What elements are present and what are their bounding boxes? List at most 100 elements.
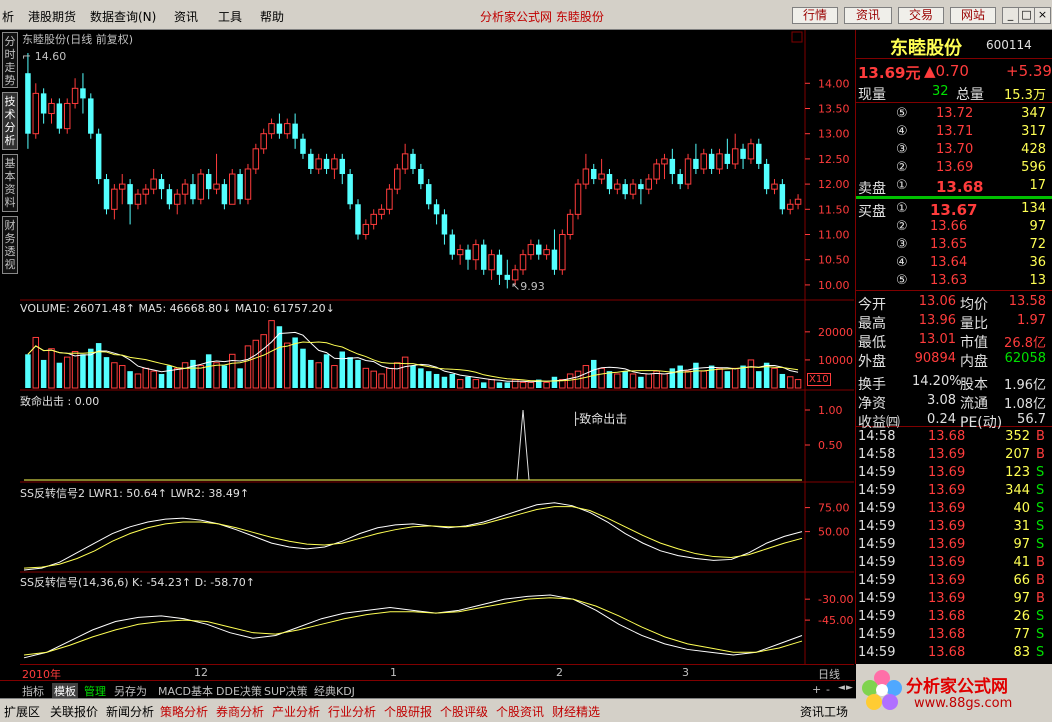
- scroll-left-icon[interactable]: ◄: [838, 683, 845, 693]
- website-button[interactable]: 网站: [950, 7, 996, 24]
- low-arrow-icon: ↖: [511, 280, 521, 293]
- volume-bar: [315, 362, 322, 389]
- volume-bar: [527, 381, 535, 389]
- stat-value: 13.58: [1008, 294, 1046, 309]
- tick-time: 14:59: [858, 537, 896, 552]
- ask-level: ④: [896, 124, 908, 139]
- tab-info-factory[interactable]: 资讯工场: [800, 703, 848, 720]
- maximize-icon[interactable]: □: [1018, 7, 1035, 24]
- quotes-button[interactable]: 行情: [792, 7, 838, 24]
- candle-body: [519, 254, 527, 271]
- tick-direction: B: [1036, 555, 1045, 570]
- candle-body: [456, 249, 464, 256]
- volume-bar: [118, 365, 126, 389]
- tab-industry-chain[interactable]: 产业分析: [272, 703, 320, 720]
- tab-broker[interactable]: 券商分析: [216, 703, 264, 720]
- stock-name: 东睦股份: [890, 38, 962, 59]
- tab-finance-picks[interactable]: 财经精选: [552, 703, 600, 720]
- tab-macd[interactable]: MACD基本: [158, 683, 213, 699]
- tab-industry[interactable]: 行业分析: [328, 703, 376, 720]
- candle-body: [331, 158, 338, 170]
- candle-body: [551, 249, 558, 270]
- corner-box-icon[interactable]: [791, 31, 803, 43]
- volume-bar: [213, 362, 220, 389]
- stat-row: 今开 13.06 均价 13.58: [856, 293, 1052, 313]
- menu-item-tools[interactable]: 工具: [218, 8, 242, 25]
- tab-news-analysis[interactable]: 新闻分析: [106, 703, 154, 720]
- price-change: ▲0.70: [924, 62, 969, 80]
- volume-bar: [142, 367, 150, 389]
- news-button[interactable]: 资讯: [844, 7, 892, 24]
- tab-related-quotes[interactable]: 关联报价: [50, 703, 98, 720]
- tab-financial[interactable]: 财务透视: [2, 216, 18, 274]
- tab-dde[interactable]: DDE决策: [216, 683, 262, 699]
- menu-item-hk-futures[interactable]: 港股期货: [28, 8, 76, 25]
- tab-basic-info[interactable]: 基本资料: [2, 154, 18, 212]
- tab-sup[interactable]: SUP决策: [264, 683, 308, 699]
- volume-bars: [25, 320, 802, 389]
- tab-research[interactable]: 个股研报: [384, 703, 432, 720]
- candle-body: [543, 249, 550, 256]
- volume-bar: [794, 379, 802, 389]
- ask-row: 卖盘 ① 13.68 17: [856, 177, 1052, 197]
- tick-volume: 344: [1005, 483, 1030, 498]
- trade-button[interactable]: 交易: [898, 7, 944, 24]
- volume-bar: [629, 373, 637, 389]
- candle-body: [606, 174, 613, 190]
- tab-template[interactable]: 模板: [52, 683, 78, 699]
- chart-area[interactable]: 14.00 13.50 13.00 12.50 12.00 11.50 11.00 10.50…: [20, 30, 854, 664]
- candle-body: [511, 269, 519, 281]
- volume-bar: [284, 342, 291, 389]
- menu-item-analysis[interactable]: 析: [2, 8, 14, 25]
- volume-bar: [190, 359, 196, 388]
- price-tick-label: 11.50: [818, 203, 850, 216]
- candle-body: [559, 234, 566, 271]
- zoom-out-button[interactable]: -: [826, 683, 830, 696]
- tab-intraday[interactable]: 分时走势: [2, 32, 18, 88]
- chart-canvas[interactable]: 14.00 13.50 13.00 12.50 12.00 11.50 11.00 10.50…: [20, 30, 854, 664]
- candle-body: [205, 174, 212, 190]
- candle-body: [32, 92, 40, 135]
- minimize-icon[interactable]: _: [1002, 7, 1019, 24]
- volume-bar: [684, 370, 692, 389]
- stat-label: 均价: [960, 297, 988, 313]
- volume-bar: [700, 370, 708, 389]
- stat-row: 最高 13.96 量比 1.97: [856, 312, 1052, 332]
- window-title: 分析家公式网 东睦股份: [480, 10, 604, 24]
- volume-bar: [323, 354, 330, 388]
- candle-body: [260, 133, 267, 150]
- candle-body: [488, 254, 495, 271]
- tab-stock-news[interactable]: 个股资讯: [496, 703, 544, 720]
- scroll-right-icon[interactable]: ►: [846, 683, 853, 693]
- zoom-in-button[interactable]: +: [812, 683, 821, 696]
- tick-row: 14:59 13.68 77 S: [856, 626, 1052, 644]
- tab-rating[interactable]: 个股评级: [440, 703, 488, 720]
- tab-technical-analysis[interactable]: 技术分析: [2, 92, 18, 150]
- candle-body: [197, 173, 205, 200]
- menu-bar: 析 港股期货 数据查询(N) 资讯 工具 帮助 分析家公式网 东睦股份 行情 资…: [0, 0, 1052, 30]
- volume-bar: [355, 359, 361, 388]
- menu-item-data-query[interactable]: 数据查询(N): [90, 8, 156, 25]
- ask-level: ②: [896, 160, 908, 175]
- volume-bar: [95, 343, 102, 388]
- candle-body: [410, 153, 416, 169]
- volume-bar: [638, 376, 644, 388]
- logo-url: www.88gs.com: [914, 696, 1013, 711]
- tab-indicator[interactable]: 指标: [22, 683, 44, 699]
- ask-price: 13.69: [936, 160, 974, 175]
- tab-save-as[interactable]: 另存为: [114, 683, 147, 699]
- tab-extension[interactable]: 扩展区: [4, 703, 40, 720]
- tab-kdj[interactable]: 经典KDJ: [314, 683, 355, 699]
- stat-value: 13.06: [918, 294, 956, 309]
- stat-label: 最高: [858, 316, 886, 332]
- close-icon[interactable]: ×: [1034, 7, 1051, 24]
- tick-price: 13.69: [928, 447, 966, 462]
- tab-strategy[interactable]: 策略分析: [160, 703, 208, 720]
- tick-time: 14:59: [858, 573, 896, 588]
- candle-body: [355, 204, 361, 235]
- tab-manage[interactable]: 管理: [84, 683, 106, 699]
- menu-item-news[interactable]: 资讯: [174, 8, 198, 25]
- menu-item-help[interactable]: 帮助: [260, 8, 284, 25]
- tick-volume: 352: [1005, 429, 1030, 444]
- volume-bar: [622, 371, 628, 388]
